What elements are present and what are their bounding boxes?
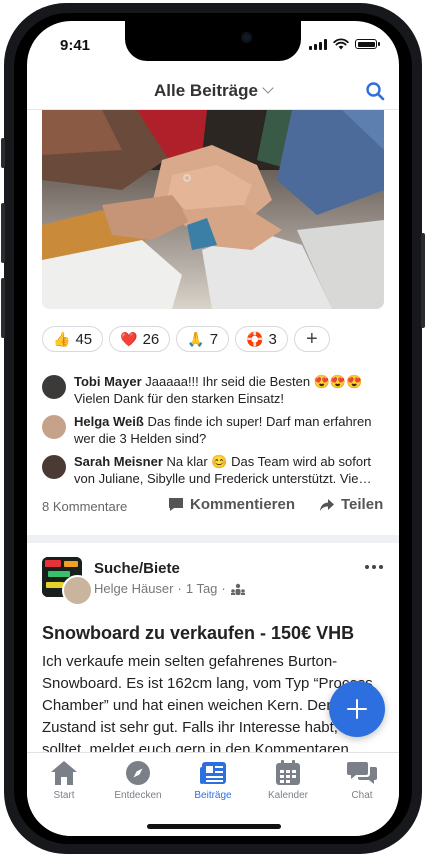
feed[interactable]: 👍 45 ❤️ 26 🙏 7 🛟 3 + Tobi Mayer Jaaaaa!!! Ih… (27, 110, 399, 752)
more-options-icon[interactable] (365, 565, 383, 569)
post-photo[interactable] (42, 110, 384, 309)
author-avatar (62, 575, 93, 606)
share-button[interactable]: Teilen (319, 496, 383, 513)
post-title: Snowboard zu verkaufen - 150€ VHB (42, 623, 355, 643)
reaction-count: 7 (209, 330, 219, 348)
tab-label: Entdecken (114, 790, 162, 801)
reactions-bar: 👍 45 ❤️ 26 🙏 7 🛟 3 + (42, 326, 330, 352)
reaction-count: 45 (75, 330, 93, 348)
chevron-down-icon (262, 82, 274, 94)
tab-label: Beiträge (194, 790, 232, 801)
tab-label: Kalender (267, 790, 309, 801)
reaction-thumbs-up[interactable]: 👍 45 (42, 326, 104, 352)
signal-icon (309, 38, 327, 50)
post-actions: 8 Kommentare Kommentieren Teilen (42, 495, 384, 517)
heart-icon: ❤️ (120, 330, 138, 347)
tab-start[interactable]: Start (27, 760, 101, 801)
author-name[interactable]: Helge Häuser (94, 581, 174, 596)
volume-up-button (1, 203, 5, 263)
compass-icon (126, 761, 150, 785)
tab-entdecken[interactable]: Entdecken (101, 760, 175, 801)
comment-author: Tobi Mayer (74, 374, 142, 389)
page-title: Alle Beiträge (154, 81, 258, 100)
add-reaction-button[interactable]: + (293, 326, 330, 352)
newspaper-icon (200, 762, 226, 784)
top-nav: Alle Beiträge (27, 73, 399, 110)
comment-button-label: Kommentieren (190, 496, 296, 513)
comment-button[interactable]: Kommentieren (168, 496, 295, 513)
avatar (42, 415, 66, 439)
group-name[interactable]: Suche/Biete (94, 560, 180, 577)
share-button-label: Teilen (341, 496, 384, 513)
home-icon (51, 761, 77, 785)
post-separator (27, 535, 399, 543)
feed-filter-dropdown[interactable]: Alle Beiträge (27, 81, 399, 101)
comment-item[interactable]: Sarah Meisner Na klar 😊 Das Team wird ab… (42, 453, 387, 487)
reaction-count: 26 (142, 330, 160, 348)
post-meta: Helge Häuser · 1 Tag · (94, 581, 246, 596)
share-icon (320, 498, 334, 511)
tab-beitraege[interactable]: Beiträge (176, 760, 250, 801)
thumbs-up-icon: 👍 (53, 330, 71, 347)
audience-icon (230, 583, 245, 595)
meta-dot: · (177, 581, 182, 596)
calendar-icon (276, 760, 300, 785)
volume-down-button (1, 278, 5, 338)
notch (125, 21, 301, 61)
tab-label: Start (53, 790, 75, 801)
reaction-heart[interactable]: ❤️ 26 (109, 326, 171, 352)
plus-icon: + (305, 327, 318, 350)
reaction-count: 3 (268, 330, 277, 348)
camera (241, 32, 252, 43)
search-icon[interactable] (365, 81, 385, 101)
comment-item[interactable]: Helga Weiß Das finde ich super! Darf man… (42, 413, 387, 447)
avatar (42, 375, 66, 399)
mute-switch (1, 138, 5, 168)
screen: 9:41 Alle Beiträge 👍 45 ❤️ 26 🙏 7 🛟 3 + … (27, 21, 399, 836)
reaction-lifebuoy[interactable]: 🛟 3 (235, 326, 288, 352)
folded-hands-icon: 🙏 (187, 330, 205, 347)
home-indicator[interactable] (147, 824, 281, 829)
tab-label: Chat (351, 790, 373, 801)
comment-count-link[interactable]: 8 Kommentare (42, 499, 127, 514)
reaction-pray[interactable]: 🙏 7 (176, 326, 230, 352)
battery-icon (355, 39, 380, 49)
comment-author: Sarah Meisner (74, 454, 163, 469)
tab-chat[interactable]: Chat (325, 760, 399, 801)
meta-dot: · (221, 581, 226, 596)
comment-author: Helga Weiß (74, 414, 144, 429)
chat-icon (347, 762, 377, 784)
comment-item[interactable]: Tobi Mayer Jaaaaa!!! Ihr seid die Besten… (42, 373, 387, 407)
status-time: 9:41 (60, 37, 91, 54)
power-button (421, 233, 425, 328)
create-post-button[interactable] (329, 681, 385, 737)
status-icons (309, 38, 380, 50)
wifi-icon (333, 38, 349, 50)
lifebuoy-icon: 🛟 (246, 330, 264, 347)
avatar (42, 455, 66, 479)
post-time: 1 Tag (185, 581, 218, 596)
team-hands-photo (42, 110, 384, 309)
tab-kalender[interactable]: Kalender (251, 760, 325, 801)
comment-icon (169, 498, 183, 511)
